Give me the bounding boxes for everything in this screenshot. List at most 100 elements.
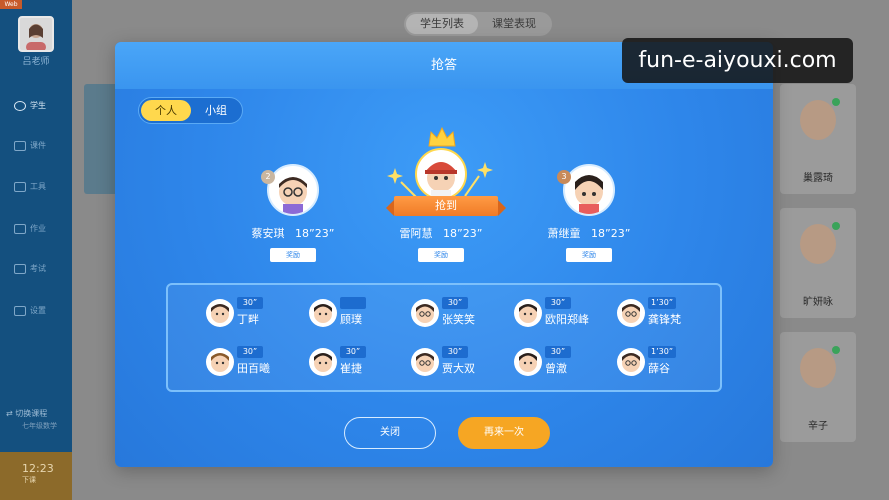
answer-time: 1’30” xyxy=(648,297,676,309)
list-item: 30” 曾澈 xyxy=(514,346,614,382)
tools-icon xyxy=(14,181,26,192)
answer-time: 30” xyxy=(237,297,263,309)
answer-time: 30” xyxy=(237,346,263,358)
tab-class-performance[interactable]: 课堂表现 xyxy=(478,14,550,34)
background-thumbnail xyxy=(84,84,118,194)
student-name: 辛子 xyxy=(808,421,828,432)
student-avatar xyxy=(617,299,645,327)
sidebar-item-courseware[interactable]: 课件 xyxy=(14,140,70,154)
homework-icon xyxy=(14,223,26,234)
reward-button[interactable]: 奖励 xyxy=(566,248,612,262)
rank-badge: 3 xyxy=(557,170,571,184)
list-item: 1’30” 薛谷 xyxy=(617,346,717,382)
reward-button[interactable]: 奖励 xyxy=(418,248,464,262)
student-name: 贾大双 xyxy=(442,362,475,375)
sidebar-item-homework[interactable]: 作业 xyxy=(14,223,70,237)
crown-icon xyxy=(428,126,456,147)
sidebar: Web 吕老师 学生 课件 工具 作业 考试 设置 ⇄ 切换课程 七年级数学 1… xyxy=(0,0,72,500)
podium-name-time: 雷阿慧 18”23” xyxy=(399,227,483,240)
student-avatar xyxy=(800,224,836,264)
student-avatar xyxy=(411,299,439,327)
student-name: 崔捷 xyxy=(340,362,362,375)
courseware-icon xyxy=(14,140,26,151)
student-avatar xyxy=(800,100,836,140)
answer-time: 30” xyxy=(545,346,571,358)
list-item: 1’30” 龚锋梵 xyxy=(617,297,717,333)
student-avatar xyxy=(309,348,337,376)
other-students-panel: 30” 丁畔 顾璞 30” 张笑笑 30” 欧阳郑峰 1’30” 龚锋梵 30” 田百曦 … xyxy=(166,283,722,392)
student-avatar xyxy=(206,348,234,376)
student-name: 巢露琦 xyxy=(803,173,833,184)
quick-answer-modal: 抢答 个人 小组 2 蔡安琪 18”23” 奖励 雷阿慧 18”23” 奖励 抢… xyxy=(115,42,773,467)
student-avatar xyxy=(309,299,337,327)
student-avatar xyxy=(563,164,615,216)
settings-icon xyxy=(14,305,26,316)
student-avatar xyxy=(800,348,836,388)
online-status-dot xyxy=(832,222,840,230)
student-name: 薛谷 xyxy=(648,362,670,375)
play-again-button[interactable]: 再来一次 xyxy=(458,417,550,449)
header-tabs: 学生列表 课堂表现 xyxy=(404,12,552,36)
toggle-group[interactable]: 小组 xyxy=(191,100,241,121)
app-badge: Web xyxy=(0,0,22,9)
class-clock: 12:23 下课 xyxy=(0,452,72,500)
student-avatar xyxy=(415,148,467,200)
teacher-avatar[interactable] xyxy=(18,16,54,52)
student-avatar xyxy=(617,348,645,376)
student-name: 丁畔 xyxy=(237,313,259,326)
rank-badge: 2 xyxy=(261,170,275,184)
student-name: 张笑笑 xyxy=(442,313,475,326)
reward-button[interactable]: 奖励 xyxy=(270,248,316,262)
switch-course-button[interactable]: ⇄ 切换课程 七年级数学 xyxy=(6,408,57,432)
student-avatar xyxy=(411,348,439,376)
list-item: 30” 田百曦 xyxy=(206,346,306,382)
student-card[interactable]: 旷妍咏 xyxy=(780,208,856,318)
switch-icon: ⇄ xyxy=(6,409,16,418)
tab-student-list[interactable]: 学生列表 xyxy=(406,14,478,34)
answer-time: 30” xyxy=(545,297,571,309)
clock-time: 12:23 xyxy=(22,462,54,475)
list-item: 30” 贾大双 xyxy=(411,346,511,382)
sidebar-item-students[interactable]: 学生 xyxy=(14,100,70,114)
sidebar-item-exam[interactable]: 考试 xyxy=(14,263,70,277)
podium-third: 3 萧继童 18”23” 奖励 xyxy=(519,164,659,264)
student-name: 顾璞 xyxy=(340,313,362,326)
answer-time: 30” xyxy=(340,346,366,358)
student-avatar xyxy=(514,348,542,376)
podium-name-time: 蔡安琪 18”23” xyxy=(251,227,335,240)
list-item: 30” 张笑笑 xyxy=(411,297,511,333)
student-name: 欧阳郑峰 xyxy=(545,313,589,326)
answer-time: 1’30” xyxy=(648,346,676,358)
watermark: fun-e-aiyouxi.com xyxy=(622,38,853,83)
toggle-individual[interactable]: 个人 xyxy=(141,100,191,121)
teacher-name: 吕老师 xyxy=(22,57,50,67)
student-name: 曾澈 xyxy=(545,362,567,375)
list-item: 30” 欧阳郑峰 xyxy=(514,297,614,333)
clock-label: 下课 xyxy=(22,476,36,484)
mode-toggle: 个人 小组 xyxy=(138,97,243,124)
answer-time: 30” xyxy=(442,346,468,358)
list-item: 顾璞 xyxy=(309,297,409,333)
current-course: 七年级数学 xyxy=(22,422,57,430)
online-status-dot xyxy=(832,346,840,354)
student-name: 田百曦 xyxy=(237,362,270,375)
podium-first: 雷阿慧 18”23” 奖励 xyxy=(371,126,511,264)
student-name: 龚锋梵 xyxy=(648,313,681,326)
online-status-dot xyxy=(832,98,840,106)
student-card[interactable]: 辛子 xyxy=(780,332,856,442)
podium-name-time: 萧继童 18”23” xyxy=(547,227,631,240)
student-avatar xyxy=(206,299,234,327)
student-avatar xyxy=(514,299,542,327)
answer-time xyxy=(340,297,366,309)
sidebar-item-tools[interactable]: 工具 xyxy=(14,181,70,195)
student-card[interactable]: 巢露琦 xyxy=(780,84,856,194)
student-avatar xyxy=(267,164,319,216)
list-item: 30” 崔捷 xyxy=(309,346,409,382)
exam-icon xyxy=(14,263,26,274)
list-item: 30” 丁畔 xyxy=(206,297,306,333)
sidebar-item-settings[interactable]: 设置 xyxy=(14,305,70,319)
close-button[interactable]: 关闭 xyxy=(344,417,436,449)
answer-time: 30” xyxy=(442,297,468,309)
student-name: 旷妍咏 xyxy=(803,297,833,308)
grabbed-banner: 抢到 xyxy=(386,196,506,216)
